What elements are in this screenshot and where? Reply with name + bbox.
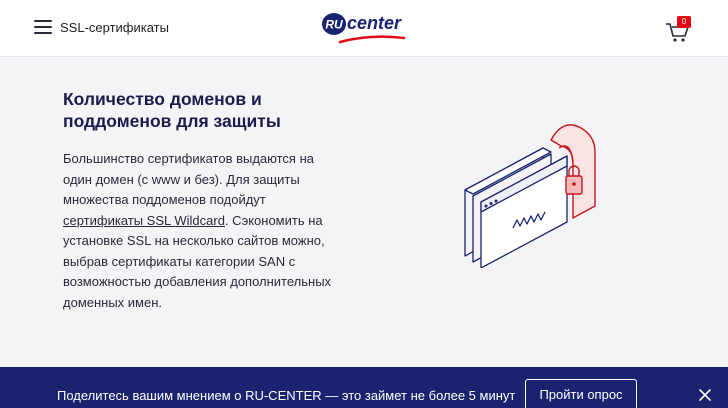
- svg-text:center: center: [347, 13, 402, 33]
- feedback-banner: Поделитесь вашим мнением о RU-CENTER — э…: [0, 367, 728, 408]
- hamburger-icon[interactable]: [34, 19, 52, 35]
- cart-count-badge: 0: [677, 16, 691, 28]
- take-survey-button[interactable]: Пройти опрос: [525, 379, 637, 408]
- close-icon[interactable]: [698, 388, 712, 402]
- main-content: Количество доменов и поддоменов для защи…: [63, 88, 343, 313]
- section-heading: Количество доменов и поддоменов для защи…: [63, 89, 281, 131]
- svg-text:RU: RU: [325, 18, 343, 32]
- top-header: SSL-сертификаты RU center 0: [0, 0, 728, 57]
- section-title[interactable]: SSL-сертификаты: [60, 20, 169, 35]
- browser-windows-lock-illustration: [464, 124, 596, 268]
- ru-center-logo[interactable]: RU center: [320, 9, 410, 47]
- paragraph-text-start: Большинство сертификатов выдаются на оди…: [63, 151, 314, 207]
- banner-text: Поделитесь вашим мнением о RU-CENTER — э…: [57, 388, 516, 403]
- description-paragraph: Большинство сертификатов выдаются на оди…: [63, 149, 343, 313]
- wildcard-link[interactable]: сертификаты SSL Wildcard: [63, 213, 225, 228]
